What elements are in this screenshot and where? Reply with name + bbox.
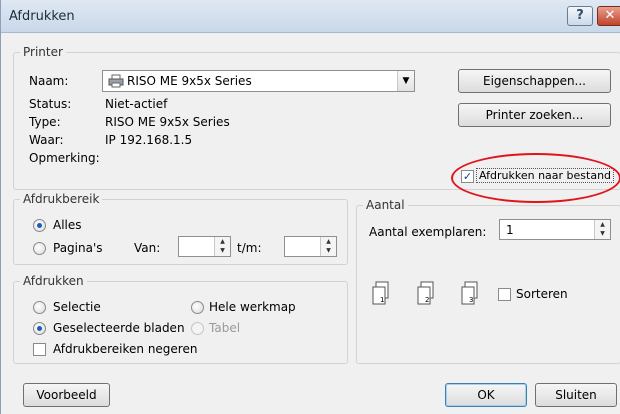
from-label: Van: — [134, 241, 161, 255]
printer-select[interactable]: RISO ME 9x5x Series ▼ — [102, 70, 415, 92]
table-radio — [191, 322, 204, 335]
from-spinner[interactable]: ▲ ▼ — [178, 236, 231, 257]
svg-text:2: 2 — [425, 296, 429, 304]
copies-value: 1 — [506, 223, 514, 237]
properties-button[interactable]: Eigenschappen... — [458, 69, 611, 93]
selected-sheets-label: Geselecteerde bladen — [53, 321, 185, 335]
where-value: IP 192.168.1.5 — [105, 133, 193, 147]
print-what-label: Afdrukken — [20, 274, 87, 288]
type-label: Type: — [29, 115, 61, 129]
selected-sheets-radio[interactable] — [33, 322, 46, 335]
help-icon: ? — [576, 8, 584, 23]
spinner-arrows[interactable]: ▲ ▼ — [594, 220, 610, 239]
collate-page-icon: 2 — [417, 281, 434, 305]
ignore-areas-label: Afdrukbereiken negeren — [53, 342, 198, 356]
printer-icon — [108, 74, 124, 88]
copies-group-label: Aantal — [363, 198, 408, 212]
spinner-arrows[interactable]: ▲ ▼ — [214, 237, 230, 256]
window-close-button[interactable]: ✕ — [597, 6, 620, 26]
copies-spinner[interactable]: 1 ▲ ▼ — [499, 219, 611, 240]
close-button[interactable]: Sluiten — [535, 383, 617, 407]
close-icon: ✕ — [604, 8, 616, 23]
type-value: RISO ME 9x5x Series — [105, 115, 230, 129]
chevron-down-icon[interactable]: ▼ — [397, 71, 414, 91]
printer-select-value: RISO ME 9x5x Series — [127, 74, 252, 88]
printer-name-label: Naam: — [29, 74, 69, 88]
whole-workbook-label: Hele werkmap — [209, 300, 296, 314]
comment-label: Opmerking: — [29, 151, 100, 165]
preview-button[interactable]: Voorbeeld — [23, 383, 110, 407]
copies-label: Aantal exemplaren: — [369, 225, 487, 239]
spinner-arrows[interactable]: ▲ ▼ — [320, 237, 336, 256]
to-spinner[interactable]: ▲ ▼ — [284, 236, 337, 257]
selection-label: Selectie — [53, 300, 101, 314]
whole-workbook-radio[interactable] — [191, 301, 204, 314]
collate-checkbox[interactable] — [498, 288, 511, 301]
selection-radio[interactable] — [33, 301, 46, 314]
range-all-label: Alles — [53, 218, 82, 232]
find-printer-button[interactable]: Printer zoeken... — [458, 103, 611, 127]
where-label: Waar: — [29, 133, 64, 147]
range-pages-radio[interactable] — [33, 242, 46, 255]
to-label: t/m: — [237, 241, 262, 255]
table-label: Tabel — [209, 321, 241, 335]
print-dialog: Afdrukken ? ✕ Printer Naam: RISO ME 9x5x… — [0, 0, 620, 414]
ok-button[interactable]: OK — [445, 383, 527, 407]
highlight-annotation — [451, 153, 620, 203]
svg-text:1: 1 — [380, 296, 384, 304]
printer-group-label: Printer — [20, 45, 66, 59]
collate-page-icon: 3 — [461, 281, 478, 305]
status-value: Niet-actief — [105, 97, 168, 111]
collate-page-icon: 1 — [372, 281, 389, 305]
svg-text:3: 3 — [469, 296, 473, 304]
status-label: Status: — [29, 97, 72, 111]
print-range-label: Afdrukbereik — [20, 192, 103, 206]
ignore-areas-checkbox[interactable] — [33, 343, 46, 356]
range-pages-label: Pagina's — [53, 241, 103, 255]
range-all-radio[interactable] — [33, 219, 46, 232]
title-bar: Afdrukken ? ✕ — [1, 0, 620, 33]
help-button[interactable]: ? — [567, 6, 593, 26]
window-title: Afdrukken — [9, 9, 75, 24]
collate-label: Sorteren — [516, 287, 568, 301]
